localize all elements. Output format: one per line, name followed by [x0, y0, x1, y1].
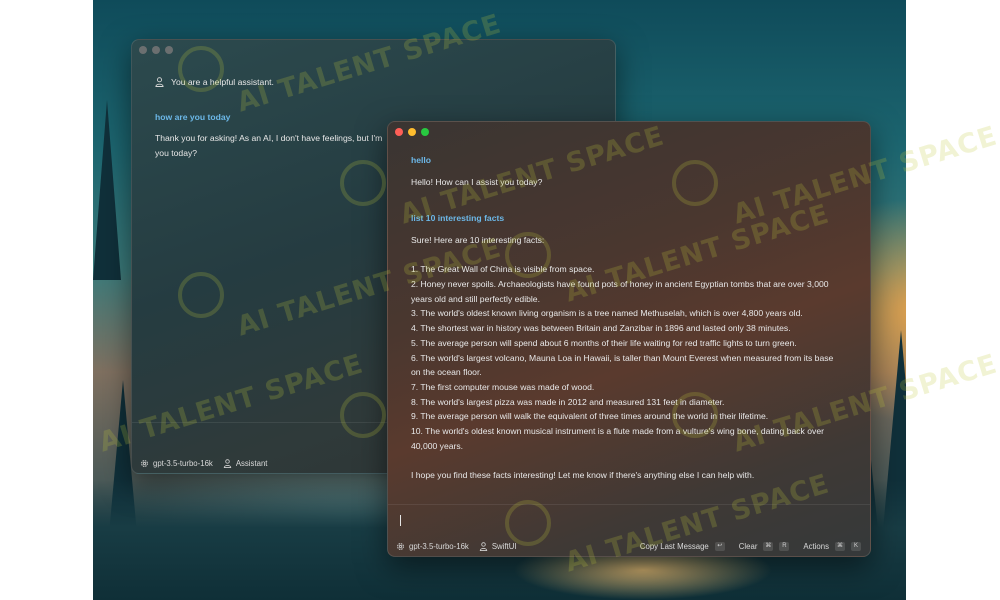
window-controls — [139, 46, 173, 54]
fact-line: 9. The average person will walk the equi… — [411, 411, 769, 422]
persona-name: Assistant — [235, 458, 268, 468]
model-name: gpt-3.5-turbo-16k — [153, 458, 213, 468]
fact-line: 2. Honey never spoils. Archaeologists ha… — [411, 279, 829, 290]
person-icon — [479, 541, 487, 551]
fact-line: on the ocean floor. — [411, 367, 482, 378]
actions-label: Actions — [803, 541, 829, 551]
person-icon — [223, 458, 231, 468]
persona-name: SwiftUI — [491, 541, 517, 551]
close-button[interactable] — [139, 46, 147, 54]
return-key-icon: ↩ — [714, 541, 725, 551]
fact-line: 40,000 years. — [411, 440, 464, 451]
gear-icon — [397, 542, 404, 550]
command-key-icon: ⌘ — [763, 541, 774, 551]
message-input[interactable] — [388, 505, 870, 536]
fact-line: 3. The world's oldest known living organ… — [411, 308, 803, 319]
persona-selector[interactable]: Assistant — [223, 458, 268, 468]
fact-line: 5. The average person will spend about 6… — [411, 337, 797, 348]
fact-line: 1. The Great Wall of China is visible fr… — [411, 264, 595, 275]
assistant-reply-intro: Sure! Here are 10 interesting facts: — [411, 235, 545, 246]
user-message: list 10 interesting facts — [411, 213, 505, 224]
fact-line: 8. The world's largest pizza was made in… — [411, 396, 725, 407]
system-prompt-text: You are a helpful assistant. — [171, 77, 274, 87]
minimize-button[interactable] — [408, 128, 416, 136]
message-list: hello Hello! How can I assist you today?… — [411, 153, 856, 483]
user-message: hello — [411, 155, 432, 165]
model-selector[interactable]: gpt-3.5-turbo-16k — [396, 542, 469, 551]
zoom-button[interactable] — [421, 128, 429, 136]
clear-button[interactable]: Clear ⌘ R — [738, 541, 790, 551]
fact-line: 6. The world's largest volcano, Mauna Lo… — [411, 352, 834, 363]
actions-button[interactable]: Actions ⌘ K — [803, 541, 861, 551]
persona-selector[interactable]: SwiftUI — [479, 542, 517, 551]
command-key-icon: ⌘ — [835, 541, 845, 551]
text-caret — [400, 515, 401, 526]
window-controls — [395, 128, 429, 136]
zoom-button[interactable] — [165, 46, 173, 54]
window-footer: gpt-3.5-turbo-16k SwiftUI Copy Last Mess… — [388, 537, 870, 555]
shortcut-key: K — [851, 541, 861, 551]
model-name: gpt-3.5-turbo-16k — [409, 541, 469, 551]
copy-label: Copy Last Message — [639, 541, 709, 551]
gear-icon — [141, 459, 148, 467]
chat-window-front[interactable]: hello Hello! How can I assist you today?… — [387, 121, 871, 557]
close-button[interactable] — [395, 128, 403, 136]
person-icon — [155, 77, 164, 88]
model-selector[interactable]: gpt-3.5-turbo-16k — [140, 459, 213, 468]
tree-decoration — [93, 100, 121, 280]
fact-line: 7. The first computer mouse was made of … — [411, 381, 595, 392]
fact-line: 10. The world's oldest known musical ins… — [411, 426, 824, 437]
assistant-reply-outro: I hope you find these facts interesting!… — [411, 469, 755, 480]
shortcut-key: R — [779, 541, 790, 551]
minimize-button[interactable] — [152, 46, 160, 54]
system-prompt: You are a helpful assistant. — [155, 75, 595, 90]
copy-last-message-button[interactable]: Copy Last Message ↩ — [639, 541, 725, 551]
assistant-message: Hello! How can I assist you today? — [411, 176, 543, 187]
clear-label: Clear — [738, 541, 758, 551]
fact-line: 4. The shortest war in history was betwe… — [411, 323, 791, 334]
fact-line: years old and still perfectly edible. — [411, 293, 540, 304]
